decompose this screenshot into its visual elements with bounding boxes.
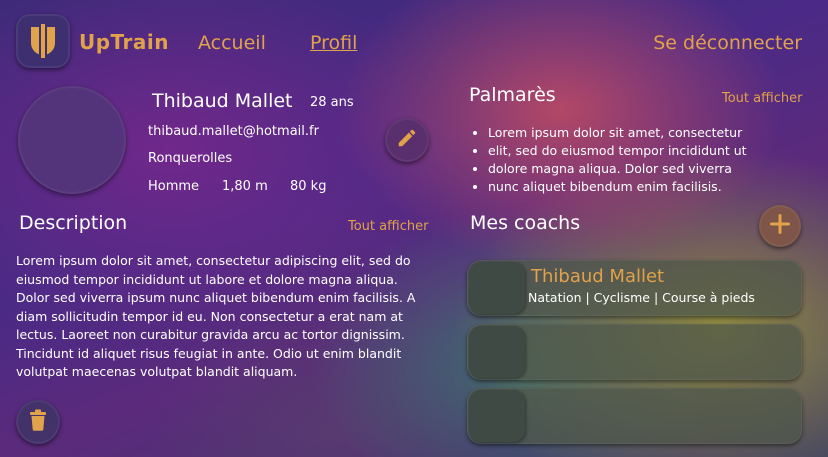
palmares-title: Palmarès [469,84,556,106]
logout-link[interactable]: Se déconnecter [653,32,802,54]
coach-card[interactable] [467,388,802,444]
nav-accueil[interactable]: Accueil [198,32,266,54]
uptrain-logo-icon[interactable] [16,14,70,68]
list-item: dolore magna aliqua. Dolor sed viverra [488,160,818,178]
description-text: Lorem ipsum dolor sit amet, consectetur … [16,253,416,379]
profile-email: thibaud.mallet@hotmail.fr [148,124,319,139]
palmares-list: Lorem ipsum dolor sit amet, consectetur … [470,124,818,196]
coach-avatar [469,390,525,442]
list-item: Lorem ipsum dolor sit amet, consectetur [488,124,818,142]
description-title: Description [19,212,128,234]
list-item: elit, sed do eiusmod tempor incididunt u… [488,142,818,160]
brand-name: UpTrain [79,30,169,54]
coach-card[interactable]: Thibaud Mallet Natation | Cyclisme | Cou… [467,260,802,316]
nav-profil[interactable]: Profil [310,32,357,54]
palmares-show-all-link[interactable]: Tout afficher [722,91,802,106]
profile-height: 1,80 m [222,179,268,194]
edit-profile-button[interactable] [385,118,429,162]
profile-sex: Homme [148,179,200,194]
delete-button[interactable] [16,400,60,444]
plus-icon [768,212,792,240]
profile-age: 28 ans [310,95,354,110]
profile-city: Ronquerolles [148,151,233,166]
coach-name: Thibaud Mallet [531,266,665,287]
coaches-title: Mes coachs [470,212,581,234]
avatar [18,86,126,194]
coach-sports: Natation | Cyclisme | Course à pieds [528,290,755,305]
add-coach-button[interactable] [759,205,801,247]
list-item: nunc aliquet bibendum enim facilisis. [488,178,818,196]
profile-name: Thibaud Mallet [152,90,293,112]
profile-weight: 80 kg [290,179,327,194]
coach-card[interactable] [467,324,802,380]
pencil-icon [396,127,418,153]
coach-avatar [469,326,525,378]
description-show-all-link[interactable]: Tout afficher [348,219,428,234]
trash-icon [28,409,48,435]
coach-avatar [469,262,525,314]
